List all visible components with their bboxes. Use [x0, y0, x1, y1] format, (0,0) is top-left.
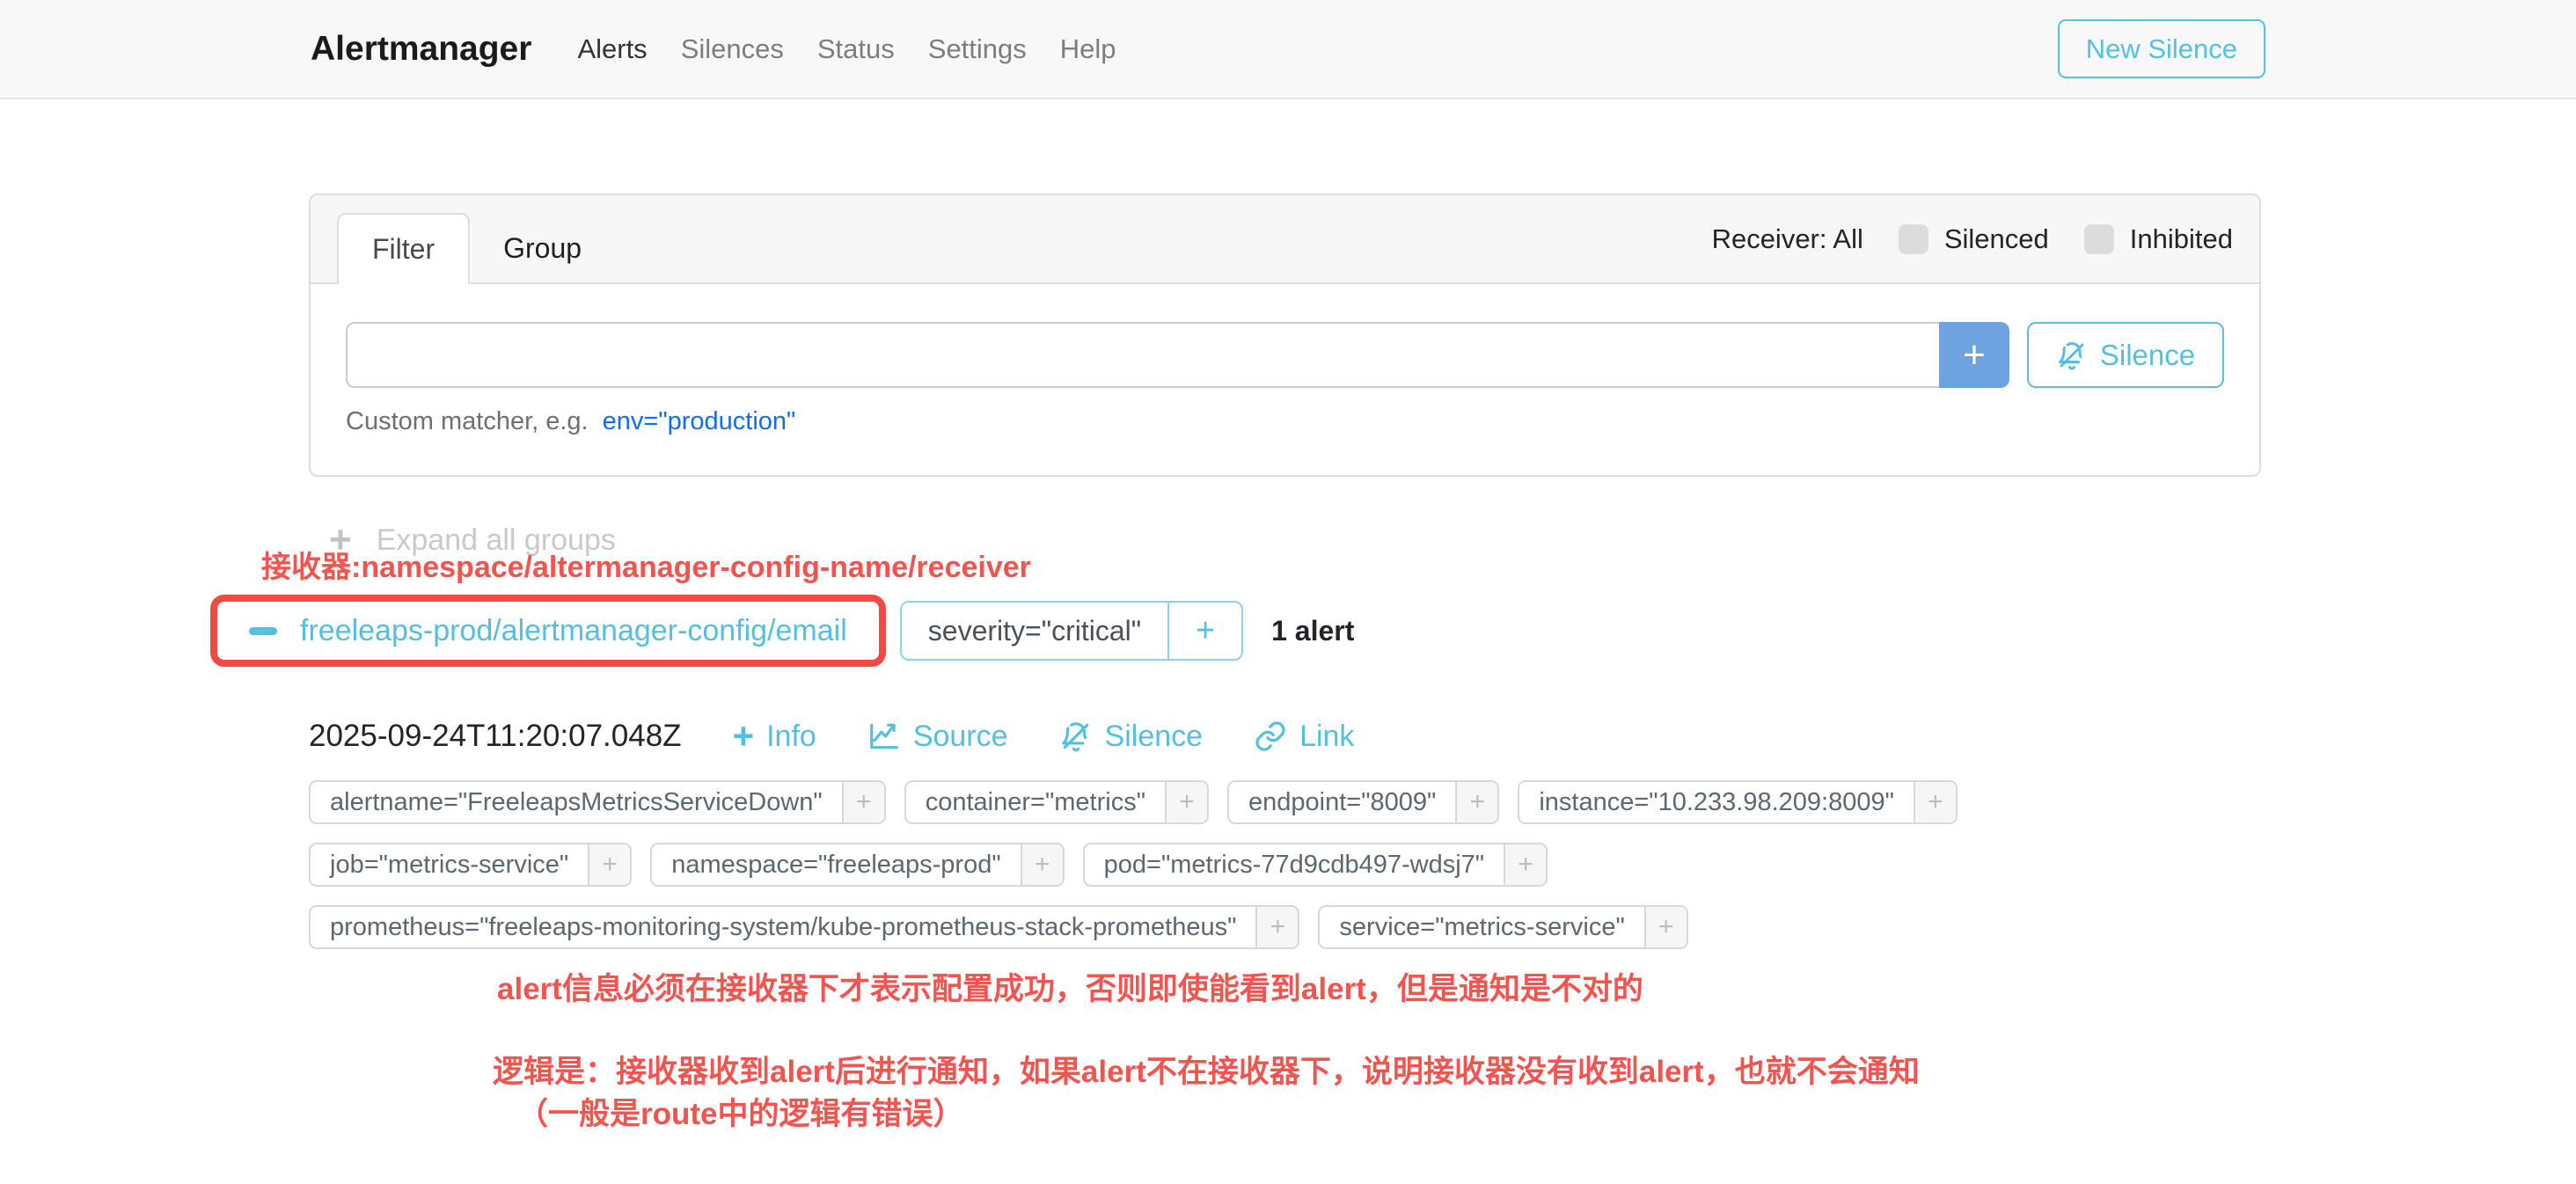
- matcher-hint: Custom matcher, e.g. env="production": [346, 407, 2224, 436]
- nav-item-settings[interactable]: Settings: [928, 33, 1027, 65]
- label-tag-pod: pod="metrics-77d9cdb497-wdsj7" +: [1083, 843, 1548, 887]
- annotation-note-2: 逻辑是：接收器收到alert后进行通知，如果alert不在接收器下，说明接收器没…: [493, 1047, 1920, 1092]
- alert-group-row: freeleaps-prod/alertmanager-config/email…: [210, 595, 1354, 667]
- group-matcher-add-button[interactable]: +: [1167, 603, 1241, 659]
- label-tag-add-button[interactable]: +: [1455, 782, 1497, 822]
- navbar-inner: Alertmanager Alerts Silences Status Sett…: [311, 0, 2265, 98]
- nav-item-status[interactable]: Status: [817, 33, 895, 65]
- silenced-checkbox[interactable]: [1899, 224, 1928, 254]
- label-tag-text[interactable]: job="metrics-service": [311, 844, 588, 885]
- silence-button-label: Silence: [2100, 339, 2195, 372]
- navbar: Alertmanager Alerts Silences Status Sett…: [0, 0, 2576, 99]
- plus-icon: +: [733, 718, 755, 755]
- filter-tabs: Filter Group: [337, 213, 615, 284]
- silenced-checkbox-label: Silenced: [1944, 223, 2049, 255]
- silence-from-filter-button[interactable]: Silence: [2027, 322, 2224, 388]
- silenced-checkbox-group[interactable]: Silenced: [1899, 223, 2049, 255]
- source-action[interactable]: Source: [867, 720, 1008, 754]
- annotation-note-3: （一般是route中的逻辑有错误）: [517, 1089, 964, 1134]
- bell-slash-icon: [1059, 720, 1093, 753]
- label-tag-job: job="metrics-service" +: [309, 843, 632, 887]
- matcher-example-link[interactable]: env="production": [603, 407, 796, 436]
- group-matcher-tag: severity="critical" +: [900, 601, 1243, 661]
- label-tag-text[interactable]: pod="metrics-77d9cdb497-wdsj7": [1085, 844, 1504, 885]
- matcher-input-row: + Silence: [346, 322, 2224, 388]
- label-tag-text[interactable]: instance="10.233.98.209:8009": [1519, 782, 1914, 822]
- label-tag-instance: instance="10.233.98.209:8009" +: [1518, 780, 1958, 824]
- alert-labels-row-1: alertname="FreeleapsMetricsServiceDown" …: [309, 780, 1958, 824]
- source-action-label: Source: [913, 720, 1008, 754]
- alert-labels-row-3: prometheus="freeleaps-monitoring-system/…: [309, 905, 1688, 949]
- group-matcher-label[interactable]: severity="critical": [902, 603, 1167, 659]
- silence-action[interactable]: Silence: [1059, 720, 1204, 754]
- alertmanager-page: Alertmanager Alerts Silences Status Sett…: [0, 0, 2576, 1184]
- label-tag-text[interactable]: service="metrics-service": [1320, 907, 1643, 947]
- label-tag-add-button[interactable]: +: [1914, 782, 1956, 822]
- label-tag-add-button[interactable]: +: [1165, 782, 1207, 822]
- link-action[interactable]: Link: [1254, 720, 1354, 754]
- receiver-annotation: 接收器:namespace/altermanager-config-name/r…: [261, 543, 1031, 586]
- label-tag-service: service="metrics-service" +: [1318, 905, 1687, 949]
- label-tag-add-button[interactable]: +: [1644, 907, 1687, 947]
- receiver-filter-label[interactable]: Receiver: All: [1712, 223, 1863, 255]
- label-tag-add-button[interactable]: +: [588, 844, 630, 885]
- nav-item-silences[interactable]: Silences: [681, 33, 784, 65]
- nav-links: Alerts Silences Status Settings Help: [577, 33, 1116, 65]
- filter-panel-header: Filter Group Receiver: All Silenced Inhi…: [311, 195, 2259, 284]
- tab-group[interactable]: Group: [470, 213, 615, 284]
- label-tag-add-button[interactable]: +: [1021, 844, 1063, 885]
- filter-panel-body: + Silence Custom matcher, e.g. env="prod…: [311, 284, 2259, 436]
- inhibited-checkbox-group[interactable]: Inhibited: [2084, 223, 2233, 255]
- alert-timestamp: 2025-09-24T11:20:07.048Z: [309, 719, 682, 754]
- label-tag-add-button[interactable]: +: [1504, 844, 1546, 885]
- label-tag-add-button[interactable]: +: [1255, 907, 1298, 947]
- group-receiver-name: freeleaps-prod/alertmanager-config/email: [300, 614, 847, 648]
- nav-item-help[interactable]: Help: [1060, 33, 1116, 65]
- app-brand[interactable]: Alertmanager: [311, 30, 531, 69]
- inhibited-checkbox-label: Inhibited: [2130, 223, 2233, 255]
- chart-line-icon: [867, 720, 901, 753]
- new-silence-button[interactable]: New Silence: [2058, 19, 2265, 78]
- collapse-group-button[interactable]: freeleaps-prod/alertmanager-config/email: [217, 602, 879, 660]
- filter-options: Receiver: All Silenced Inhibited: [1712, 223, 2233, 255]
- nav-item-alerts[interactable]: Alerts: [577, 33, 647, 65]
- matcher-hint-text: Custom matcher, e.g.: [346, 407, 589, 436]
- label-tag-container: container="metrics" +: [904, 780, 1209, 824]
- matcher-input[interactable]: [346, 322, 1939, 388]
- link-icon: [1254, 720, 1287, 753]
- filter-panel: Filter Group Receiver: All Silenced Inhi…: [309, 194, 2261, 477]
- label-tag-text[interactable]: container="metrics": [906, 782, 1165, 822]
- label-tag-text[interactable]: endpoint="8009": [1229, 782, 1455, 822]
- label-tag-add-button[interactable]: +: [842, 782, 884, 822]
- label-tag-alertname: alertname="FreeleapsMetricsServiceDown" …: [309, 780, 886, 824]
- info-action[interactable]: + Info: [733, 718, 816, 755]
- alert-labels-row-2: job="metrics-service" + namespace="freel…: [309, 843, 1548, 887]
- label-tag-text[interactable]: alertname="FreeleapsMetricsServiceDown": [311, 782, 842, 822]
- tab-filter[interactable]: Filter: [337, 213, 470, 284]
- link-action-label: Link: [1299, 720, 1354, 754]
- alert-count: 1 alert: [1271, 615, 1354, 647]
- label-tag-text[interactable]: prometheus="freeleaps-monitoring-system/…: [311, 907, 1255, 947]
- annotation-note-1: alert信息必须在接收器下才表示配置成功，否则即使能看到alert，但是通知是…: [497, 964, 1643, 1009]
- inhibited-checkbox[interactable]: [2084, 224, 2114, 254]
- silence-action-label: Silence: [1105, 720, 1204, 754]
- label-tag-prometheus: prometheus="freeleaps-monitoring-system/…: [309, 905, 1299, 949]
- add-matcher-button[interactable]: +: [1939, 322, 2009, 388]
- info-action-label: Info: [766, 720, 816, 754]
- alert-meta-row: 2025-09-24T11:20:07.048Z + Info Source S…: [309, 714, 1354, 758]
- label-tag-text[interactable]: namespace="freeleaps-prod": [652, 844, 1020, 885]
- label-tag-endpoint: endpoint="8009" +: [1227, 780, 1499, 824]
- minus-icon: [249, 627, 277, 635]
- label-tag-namespace: namespace="freeleaps-prod" +: [650, 843, 1064, 887]
- annotation-highlight-box: freeleaps-prod/alertmanager-config/email: [210, 595, 886, 667]
- bell-slash-icon: [2056, 340, 2088, 371]
